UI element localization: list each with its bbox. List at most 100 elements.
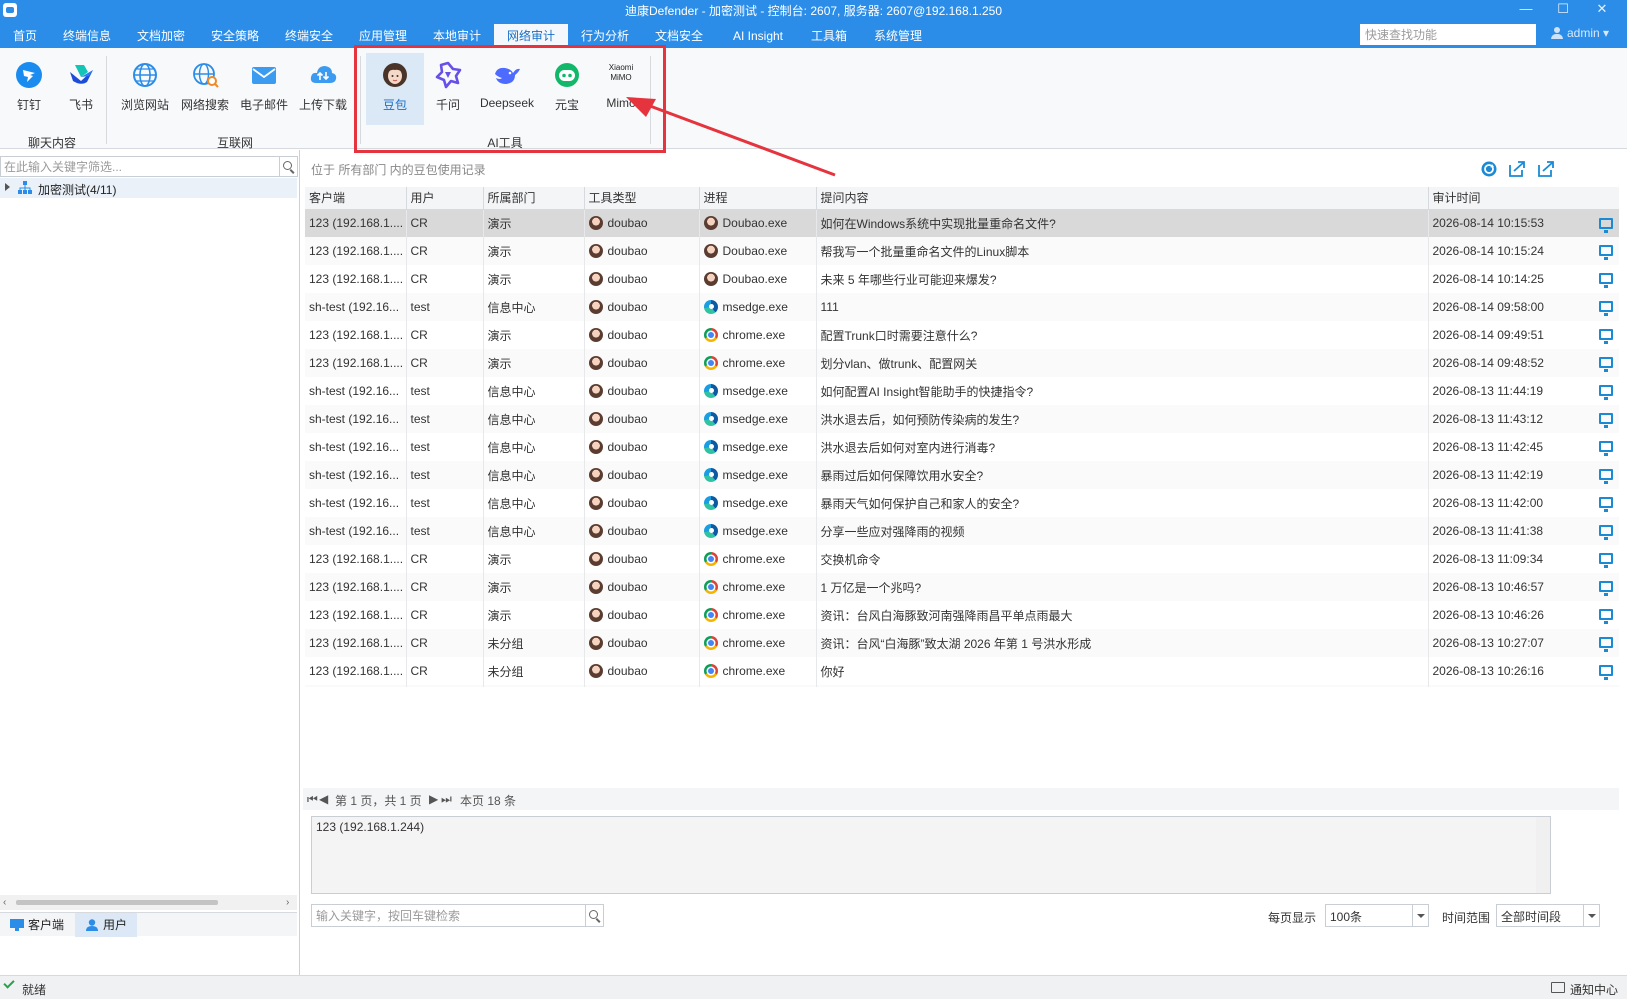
table-row[interactable]: sh-test (192.16... test 信息中心 doubao msedge.e… [305,293,1619,321]
time-range-select[interactable]: 全部时间段 [1496,904,1600,927]
ribbon-button-dingtalk[interactable]: 钉钉 [0,53,58,125]
menu-security-policy[interactable]: 安全策略 [198,24,272,48]
chevron-down-icon[interactable] [1583,905,1599,926]
table-row[interactable]: sh-test (192.16... test 信息中心 doubao msedge.e… [305,461,1619,489]
keyword-search-button[interactable] [586,904,604,927]
column-header-process[interactable]: 进程 [699,187,817,210]
ribbon-button-browse-web[interactable]: 浏览网站 [116,53,174,125]
scrollbar-thumb[interactable] [16,900,218,905]
ribbon-group-label-chat: 聊天内容 [27,136,76,150]
scroll-right-icon[interactable]: › [286,897,289,908]
export-icon[interactable] [1508,160,1526,178]
monitor-icon[interactable] [1598,665,1613,680]
menu-toolbox[interactable]: 工具箱 [800,24,858,48]
table-row[interactable]: 123 (192.168.1.... CR 演示 doubao Doubao.exe 未来… [305,265,1619,293]
table-row[interactable]: sh-test (192.16... test 信息中心 doubao msedge.e… [305,377,1619,405]
first-page-button[interactable]: ⏮ [307,792,318,807]
table-row[interactable]: 123 (192.168.1.... CR 演示 doubao chrome.exe 划… [305,349,1619,377]
table-row[interactable]: sh-test (192.16... test 信息中心 doubao msedge.e… [305,405,1619,433]
monitor-icon[interactable] [1598,609,1613,624]
chevron-down-icon[interactable] [1412,905,1428,926]
expand-arrow-icon[interactable] [5,183,10,191]
monitor-icon[interactable] [1598,441,1613,456]
ribbon-button-web-search[interactable]: 网络搜索 [176,53,234,125]
ribbon-button-email[interactable]: 电子邮件 [235,53,293,125]
menu-system-management[interactable]: 系统管理 [858,24,938,48]
column-header-audit-time[interactable]: 审计时间 [1428,187,1619,210]
notification-center-button[interactable]: 通知中心 [1570,981,1618,998]
monitor-icon[interactable] [1598,301,1613,316]
tree-filter-input[interactable] [0,156,280,177]
table-row[interactable]: da8a78b93656...lenovoikundoubaomsedge.ex… [305,685,1619,687]
column-header-question[interactable]: 提问内容 [816,187,1429,210]
monitor-icon[interactable] [1598,497,1613,512]
chevron-down-icon: ▾ [1603,26,1610,40]
minimize-button[interactable]: — [1508,0,1544,20]
column-header-dept[interactable]: 所属部门 [483,187,585,210]
cell-dept: 信息中心 [483,293,585,321]
cell-tool-type: doubao [584,461,700,489]
cell-process: msedge.exe [699,405,817,433]
monitor-icon[interactable] [1598,245,1613,260]
cell-tool-type: doubao [584,237,700,265]
prev-page-button[interactable]: ◀ [319,792,328,806]
monitor-icon[interactable] [1598,525,1613,540]
last-page-button[interactable]: ⏭ [441,792,452,807]
chrome-icon [703,580,718,594]
detail-text-area[interactable]: 123 (192.168.1.244) [311,816,1551,894]
per-page-select[interactable]: 100条 [1325,904,1429,927]
monitor-icon[interactable] [1598,581,1613,596]
keyword-search-input[interactable] [311,904,586,927]
monitor-icon[interactable] [1598,273,1613,288]
close-button[interactable]: ✕ [1584,0,1620,20]
detail-scrollbar[interactable] [1536,817,1550,893]
table-row[interactable]: 123 (192.168.1.... CR 未分组 doubao chrome.exe 你… [305,657,1619,685]
refresh-icon[interactable] [1480,160,1498,178]
menu-terminal-security[interactable]: 终端安全 [272,24,346,48]
menu-home[interactable]: 首页 [0,24,50,48]
column-header-user[interactable]: 用户 [406,187,484,210]
menu-ai-insight[interactable]: AI Insight [716,24,800,48]
search-icon [589,910,598,919]
monitor-icon[interactable] [1598,217,1613,233]
cell-client: 123 (192.168.1.... [305,265,407,293]
monitor-icon[interactable] [1598,469,1613,484]
table-row[interactable]: sh-test (192.16... test 信息中心 doubao msedge.e… [305,517,1619,545]
quick-search-input[interactable] [1360,24,1536,45]
monitor-icon[interactable] [1598,553,1613,568]
cell-question: 交换机命令 [816,545,1429,573]
tree-node-root[interactable]: 加密测试(4/11) [0,178,297,198]
tab-client[interactable]: 客户端 [0,913,75,937]
monitor-icon[interactable] [1598,413,1613,428]
column-header-tool-type[interactable]: 工具类型 [584,187,700,210]
table-row[interactable]: sh-test (192.16... test 信息中心 doubao msedge.e… [305,433,1619,461]
next-page-button[interactable]: ▶ [429,792,438,806]
cell-dept: 未分组 [483,657,585,685]
monitor-icon[interactable] [1598,329,1613,344]
tab-user[interactable]: 用户 [75,913,137,937]
table-row[interactable]: 123 (192.168.1.... CR 演示 doubao chrome.exe 资讯… [305,601,1619,629]
table-row[interactable]: 123 (192.168.1.... CR 演示 doubao Doubao.exe 帮我… [305,237,1619,265]
table-row[interactable]: 123 (192.168.1.... CR 未分组 doubao chrome.exe 资… [305,629,1619,657]
table-row[interactable]: 123 (192.168.1.... CR 演示 doubao chrome.exe 1 … [305,573,1619,601]
tree-filter-button[interactable] [280,156,298,177]
maximize-button[interactable]: ☐ [1545,0,1581,20]
table-row[interactable]: 123 (192.168.1.... CR 演示 doubao chrome.exe 交换… [305,545,1619,573]
user-menu[interactable]: admin ▾ [1551,26,1609,40]
table-row[interactable]: 123 (192.168.1.... CR 演示 doubao Doubao.exe 如… [305,209,1619,237]
table-row[interactable]: 123 (192.168.1.... CR 演示 doubao chrome.exe 配… [305,321,1619,349]
monitor-icon[interactable] [1598,637,1613,652]
table-row[interactable]: sh-test (192.16... test 信息中心 doubao msedge.e… [305,489,1619,517]
cell-audit-time: 2026-08-14 10:14:25 [1428,265,1619,293]
column-header-client[interactable]: 客户端 [305,187,407,210]
scroll-left-icon[interactable]: ‹ [3,897,6,908]
ribbon-button-feishu[interactable]: 飞书 [52,53,110,125]
horizontal-scrollbar[interactable]: ‹ › [0,895,297,910]
monitor-icon[interactable] [1598,385,1613,400]
share-icon[interactable] [1537,160,1555,178]
cell-user: lenovo [406,685,484,687]
menu-doc-encrypt[interactable]: 文档加密 [124,24,198,48]
ribbon-button-upload-download[interactable]: 上传下载 [294,53,352,125]
monitor-icon[interactable] [1598,357,1613,372]
menu-terminal-info[interactable]: 终端信息 [50,24,124,48]
